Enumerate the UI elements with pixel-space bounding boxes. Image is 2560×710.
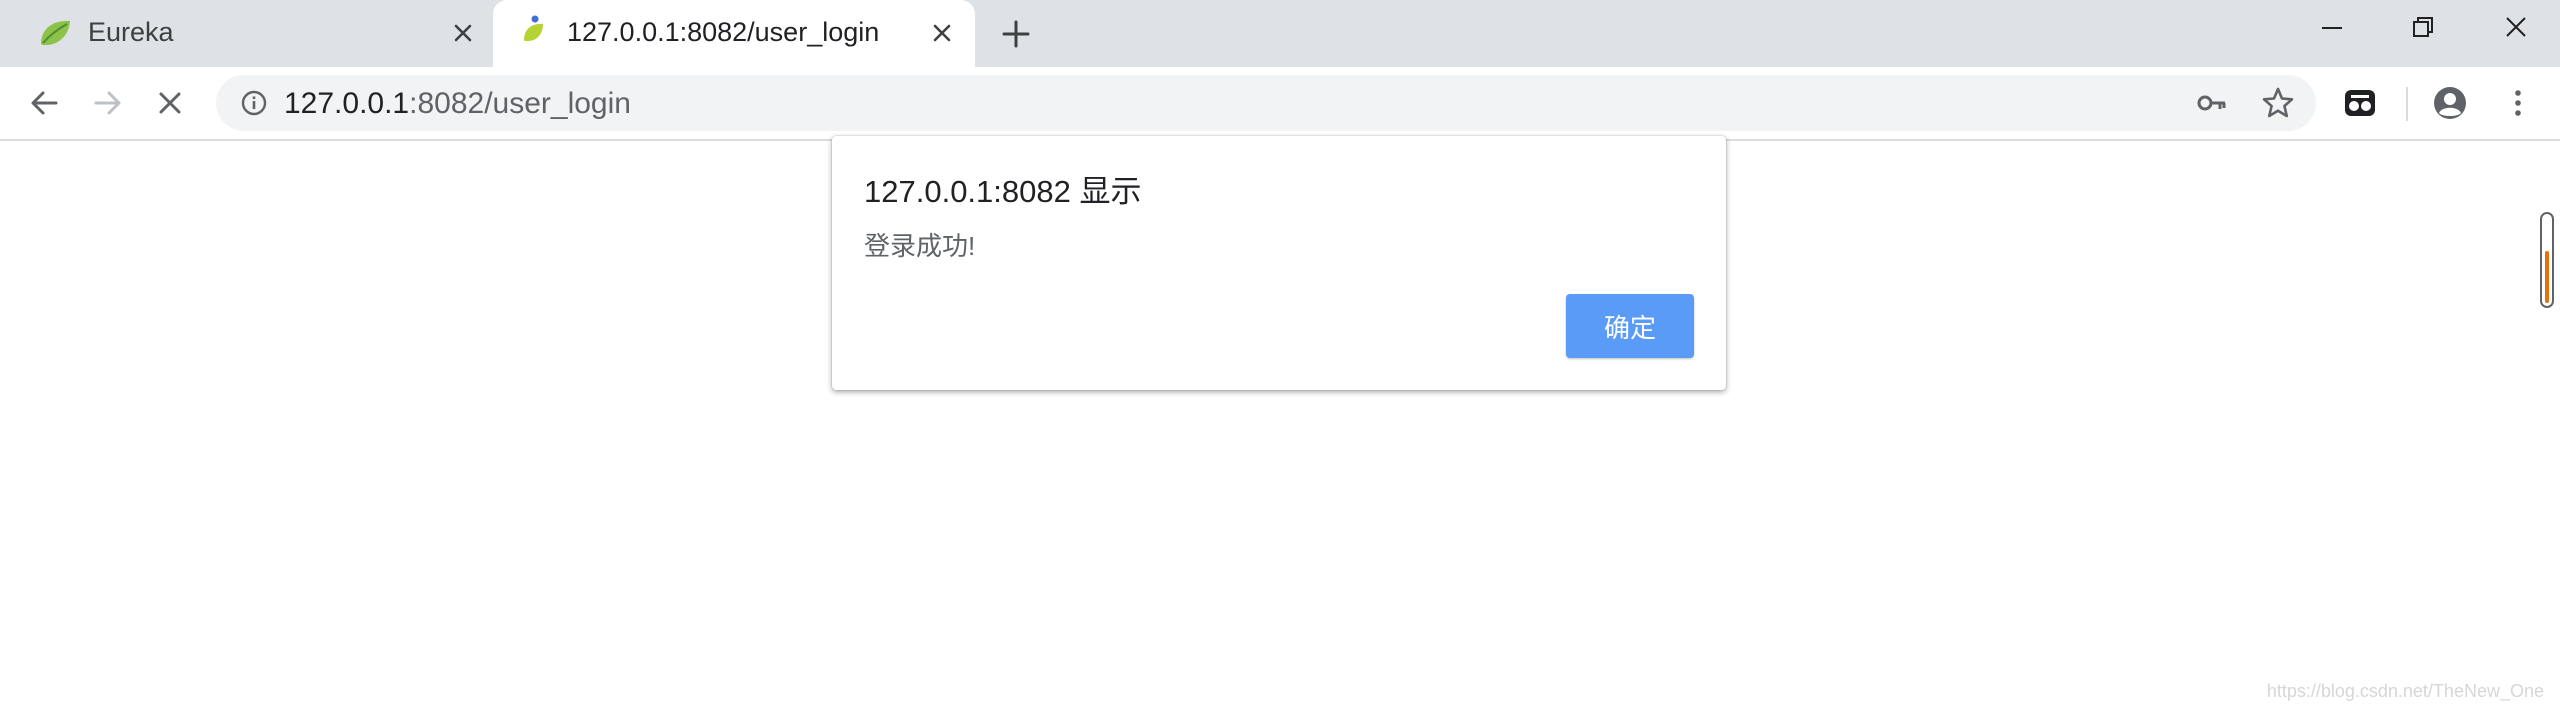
forward-arrow-icon[interactable] — [90, 85, 126, 121]
star-icon[interactable] — [2260, 85, 2296, 121]
restore-icon[interactable] — [2402, 12, 2442, 44]
profile-icon[interactable] — [2432, 85, 2468, 121]
stop-icon[interactable] — [152, 85, 188, 121]
url-text[interactable]: 127.0.0.1:8082/user_login — [284, 87, 631, 121]
address-bar[interactable]: 127.0.0.1:8082/user_login — [216, 75, 2316, 131]
tab-eureka[interactable]: Eureka — [0, 0, 493, 67]
extension-icon[interactable] — [2342, 85, 2378, 121]
minimize-icon[interactable] — [2312, 12, 2352, 44]
spring-leaf-icon — [41, 20, 70, 46]
url-host: 127.0.0.1 — [284, 87, 410, 120]
menu-dots-icon[interactable] — [2500, 85, 2536, 121]
toolbar: 127.0.0.1:8082/user_login — [0, 67, 2560, 141]
back-arrow-icon[interactable] — [26, 85, 62, 121]
tab-user-login[interactable]: 127.0.0.1:8082/user_login — [493, 0, 975, 67]
info-icon[interactable] — [240, 89, 268, 117]
tab-title: 127.0.0.1:8082/user_login — [567, 17, 880, 47]
scroll-indicator-fill — [2545, 251, 2549, 303]
url-path: :8082/user_login — [409, 87, 631, 120]
toolbar-divider — [2406, 87, 2408, 121]
tab-title: Eureka — [88, 17, 174, 47]
watermark: https://blog.csdn.net/TheNew_One — [2266, 681, 2544, 701]
scroll-indicator[interactable] — [2540, 212, 2554, 308]
window-close-icon[interactable] — [2496, 12, 2536, 44]
dialog-message: 登录成功! — [864, 231, 976, 261]
new-tab-plus-icon[interactable] — [1000, 18, 1032, 50]
leaf-drop-icon — [524, 15, 543, 42]
key-icon[interactable] — [2196, 87, 2228, 119]
dialog-title: 127.0.0.1:8082 显示 — [864, 174, 1142, 209]
close-icon[interactable] — [450, 20, 476, 46]
close-icon[interactable] — [929, 20, 955, 46]
ok-button[interactable]: 确定 — [1566, 294, 1694, 358]
tab-strip: Eureka 127.0.0.1:8082/user_login — [0, 0, 2560, 67]
alert-dialog: 127.0.0.1:8082 显示 登录成功! 确定 — [832, 136, 1726, 390]
